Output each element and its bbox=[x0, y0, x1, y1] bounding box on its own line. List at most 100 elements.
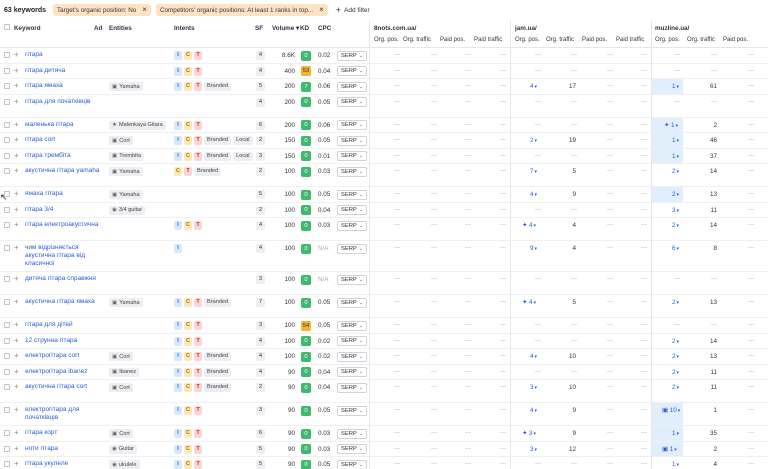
entity-badge[interactable]: ▣ Cort bbox=[109, 383, 133, 392]
col-d1-org-traffic[interactable]: Org. traffic bbox=[403, 37, 431, 43]
d2-org-pos[interactable]: ✦ 4▾ bbox=[522, 222, 536, 229]
intent-badge-t[interactable]: T bbox=[194, 444, 202, 454]
add-to-list-icon[interactable]: + bbox=[14, 82, 19, 90]
add-to-list-icon[interactable]: + bbox=[14, 221, 19, 229]
serp-features-count[interactable]: 3 bbox=[256, 151, 265, 161]
col-d3-paid-pos[interactable]: Paid pos. bbox=[723, 37, 748, 43]
serp-dropdown[interactable]: SERP ⌄ bbox=[337, 120, 367, 130]
col-entities[interactable]: Entities bbox=[109, 25, 132, 32]
serp-dropdown[interactable]: SERP ⌄ bbox=[337, 382, 367, 393]
intent-badge-t[interactable]: T bbox=[194, 336, 202, 346]
keyword-link[interactable]: гітара укулеле bbox=[25, 460, 105, 468]
d2-org-pos[interactable]: 7▾ bbox=[530, 168, 537, 175]
intent-badge-i[interactable]: I bbox=[174, 321, 182, 330]
add-to-list-icon[interactable]: + bbox=[14, 190, 19, 198]
row-checkbox[interactable] bbox=[4, 222, 10, 228]
d3-org-pos[interactable]: 2▾ bbox=[672, 299, 679, 306]
intent-badge-c[interactable]: C bbox=[174, 167, 182, 176]
serp-dropdown[interactable]: SERP ⌄ bbox=[337, 135, 367, 146]
filter-chip-target-position[interactable]: Target's organic position: No × bbox=[53, 4, 151, 16]
entity-badge[interactable]: ▣ Cort bbox=[109, 136, 133, 145]
keyword-link[interactable]: акустична гітара yamaha bbox=[25, 167, 105, 175]
col-kd[interactable]: KD bbox=[300, 25, 309, 32]
add-to-list-icon[interactable]: + bbox=[14, 205, 19, 213]
add-to-list-icon[interactable]: + bbox=[14, 275, 19, 283]
d2-org-pos[interactable]: 4▾ bbox=[530, 191, 537, 198]
row-checkbox[interactable] bbox=[4, 407, 10, 413]
add-to-list-icon[interactable]: + bbox=[14, 336, 19, 344]
col-intents[interactable]: Intents bbox=[174, 25, 195, 32]
intent-badge-c[interactable]: C bbox=[184, 406, 192, 415]
keyword-link[interactable]: акустична гітара cort bbox=[25, 383, 105, 391]
add-to-list-icon[interactable]: + bbox=[14, 444, 19, 452]
serp-features-count[interactable]: 4 bbox=[256, 221, 265, 230]
serp-features-count[interactable]: 5 bbox=[256, 82, 265, 91]
keyword-link[interactable]: чим відрізняється акустична гітара від к… bbox=[25, 244, 105, 268]
row-checkbox[interactable] bbox=[4, 353, 10, 359]
entity-badge[interactable]: ▣ Yamaha bbox=[109, 167, 143, 176]
serp-features-count[interactable]: 4 bbox=[256, 336, 265, 346]
serp-features-count[interactable]: 3 bbox=[256, 406, 265, 415]
serp-features-count[interactable]: 6 bbox=[256, 120, 265, 130]
intent-badge-t[interactable]: T bbox=[194, 352, 202, 361]
add-filter-button[interactable]: + Add filter bbox=[336, 5, 370, 15]
col-d2-org-traffic[interactable]: Org. traffic bbox=[546, 37, 574, 43]
serp-features-count[interactable]: 6 bbox=[256, 429, 265, 438]
row-checkbox[interactable] bbox=[4, 299, 10, 305]
col-d1-paid-traffic[interactable]: Paid traffic bbox=[474, 37, 502, 43]
keyword-link[interactable]: гітара 3/4 bbox=[25, 206, 105, 214]
keyword-link[interactable]: електрогітара для початківців bbox=[25, 406, 105, 422]
intent-badge-t[interactable]: T bbox=[194, 66, 202, 76]
intent-badge-t[interactable]: T bbox=[194, 298, 202, 307]
select-all-checkbox[interactable] bbox=[4, 24, 10, 30]
keyword-link[interactable]: гітара для дітей bbox=[25, 321, 105, 329]
add-to-list-icon[interactable]: + bbox=[14, 321, 19, 329]
intent-badge-t[interactable]: T bbox=[194, 383, 202, 392]
intent-badge-c[interactable]: C bbox=[184, 444, 192, 454]
keyword-link[interactable]: гітара корт bbox=[25, 429, 105, 437]
intent-badge-c[interactable]: C bbox=[184, 367, 192, 377]
intent-badge-i[interactable]: I bbox=[174, 51, 182, 60]
keyword-link[interactable]: гітара для початківців bbox=[25, 98, 105, 106]
add-to-list-icon[interactable]: + bbox=[14, 66, 19, 74]
add-to-list-icon[interactable]: + bbox=[14, 244, 19, 252]
serp-dropdown[interactable]: SERP ⌄ bbox=[337, 243, 367, 254]
entity-badge[interactable]: ▣ Cort bbox=[109, 429, 133, 438]
serp-features-count[interactable]: 5 bbox=[256, 190, 265, 199]
row-checkbox[interactable] bbox=[4, 67, 10, 74]
intent-badge-t[interactable]: T bbox=[194, 136, 202, 145]
add-to-list-icon[interactable]: + bbox=[14, 460, 19, 468]
intent-badge-c[interactable]: C bbox=[184, 298, 192, 307]
serp-dropdown[interactable]: SERP ⌄ bbox=[337, 459, 367, 469]
add-to-list-icon[interactable]: + bbox=[14, 367, 19, 375]
close-icon[interactable]: × bbox=[319, 6, 324, 14]
serp-dropdown[interactable]: SERP ⌄ bbox=[337, 320, 367, 331]
serp-dropdown[interactable]: SERP ⌄ bbox=[337, 166, 367, 177]
row-checkbox[interactable] bbox=[4, 206, 10, 213]
serp-dropdown[interactable]: SERP ⌄ bbox=[337, 151, 367, 161]
row-checkbox[interactable] bbox=[4, 368, 10, 375]
row-checkbox[interactable] bbox=[4, 384, 10, 390]
serp-dropdown[interactable]: SERP ⌄ bbox=[337, 66, 367, 76]
add-to-list-icon[interactable]: + bbox=[14, 136, 19, 144]
intent-badge-i[interactable]: I bbox=[174, 367, 182, 377]
serp-dropdown[interactable]: SERP ⌄ bbox=[337, 336, 367, 346]
serp-features-count[interactable]: 4 bbox=[256, 244, 265, 253]
entity-badge[interactable]: ◉ 3/4 guitar bbox=[109, 205, 146, 215]
row-checkbox[interactable] bbox=[4, 430, 10, 436]
row-checkbox[interactable] bbox=[4, 322, 10, 328]
d3-org-pos[interactable]: 3▾ bbox=[672, 207, 679, 214]
intent-badge-i[interactable]: I bbox=[174, 244, 182, 253]
add-to-list-icon[interactable]: + bbox=[14, 97, 19, 105]
d3-org-pos[interactable]: 1▾ bbox=[672, 430, 679, 437]
serp-features-count[interactable]: 4 bbox=[256, 367, 265, 377]
entity-badge[interactable]: ◉ Guitar bbox=[109, 444, 138, 454]
intent-badge-t[interactable]: T bbox=[194, 120, 202, 130]
serp-features-count[interactable]: 4 bbox=[256, 97, 265, 107]
col-d3-org-traffic[interactable]: Org. traffic bbox=[687, 37, 715, 43]
intent-badge-i[interactable]: I bbox=[174, 221, 182, 230]
d3-org-pos[interactable]: 1▾ bbox=[672, 461, 679, 468]
serp-dropdown[interactable]: SERP ⌄ bbox=[337, 428, 367, 439]
row-checkbox[interactable] bbox=[4, 152, 10, 159]
intent-badge-c[interactable]: C bbox=[184, 66, 192, 76]
